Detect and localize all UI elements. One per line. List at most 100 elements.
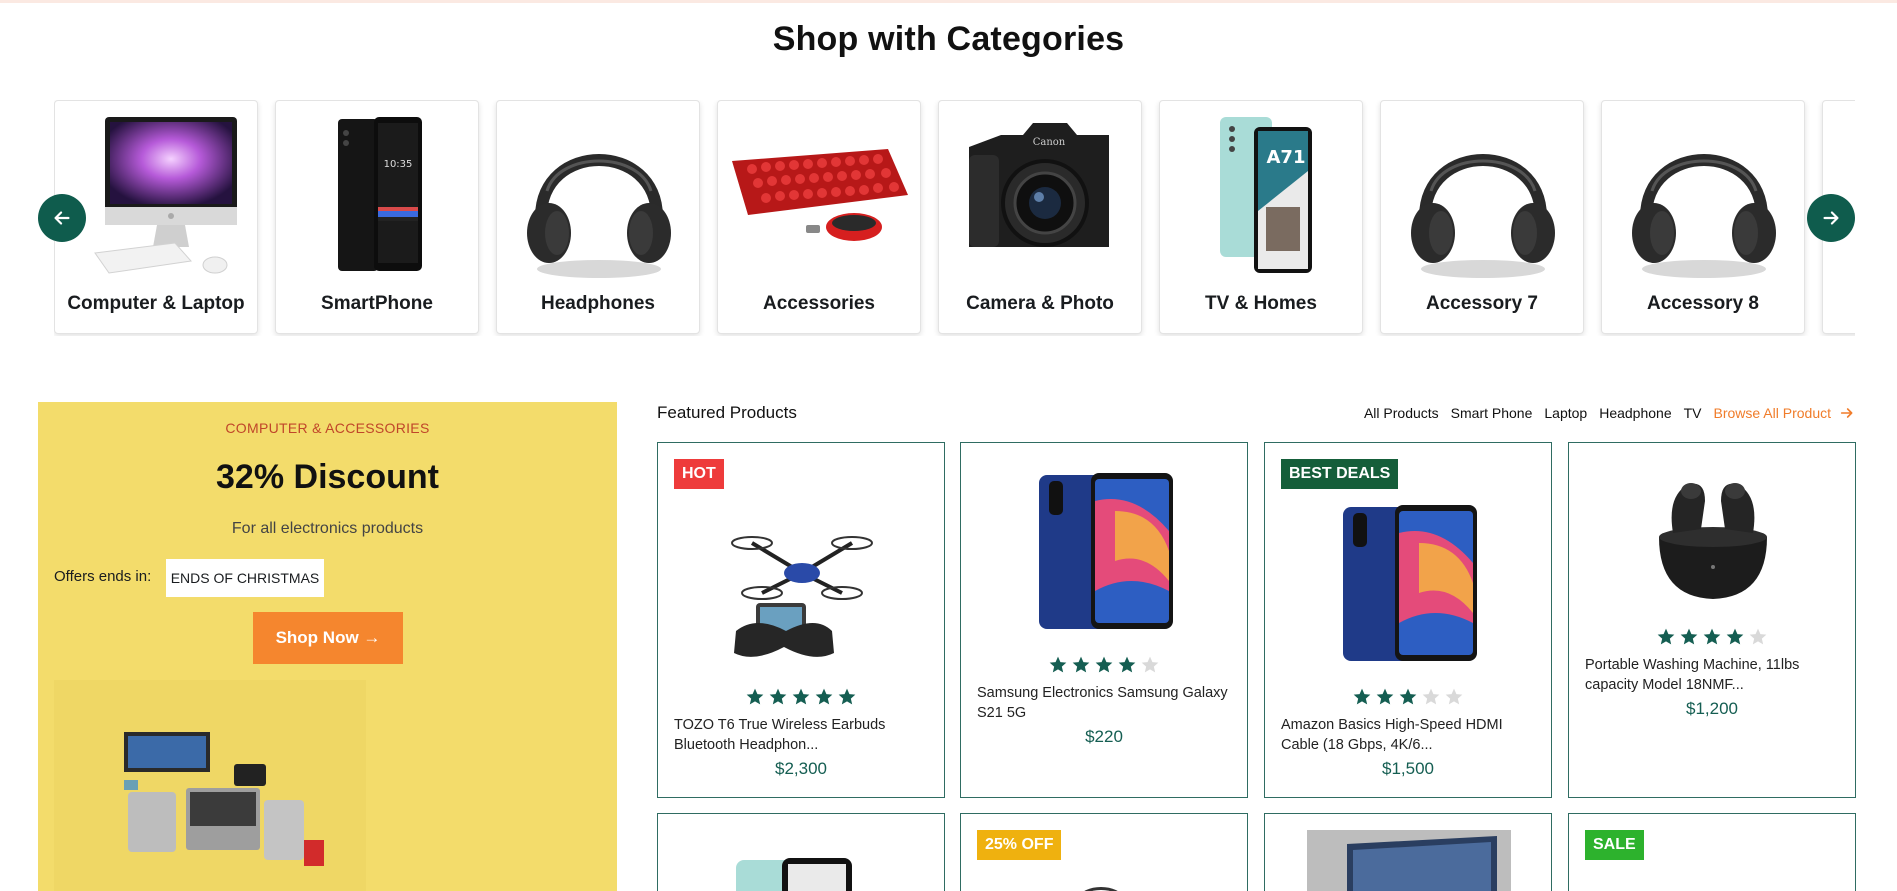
filter-tv[interactable]: TV — [1684, 405, 1702, 421]
star-filled-icon — [1399, 688, 1417, 705]
star-filled-icon — [1072, 656, 1090, 673]
category-card-headphones[interactable]: Headphones — [496, 100, 700, 334]
category-label: Headphones — [540, 293, 656, 314]
promo-subtitle: For all electronics products — [231, 520, 424, 537]
carousel-next-button[interactable] — [1807, 194, 1855, 242]
category-label: Camera & Photo — [966, 293, 1114, 314]
headphones-image — [527, 154, 671, 278]
category-card-accessory-7[interactable]: Accessory 7 — [1380, 100, 1584, 334]
filter-laptop[interactable]: Laptop — [1544, 405, 1587, 421]
category-label: Accessories — [763, 293, 875, 314]
star-filled-icon — [746, 688, 764, 705]
product-badge: BEST DEALS — [1281, 459, 1399, 489]
workspace-devices-image — [54, 680, 366, 891]
product-card[interactable]: HOT TOZO T6 True Wireless Earbuds Blueto… — [657, 442, 945, 798]
star-filled-icon — [792, 688, 810, 705]
category-label: Accessory 8 — [1647, 293, 1759, 314]
svg-text:Canon: Canon — [1033, 137, 1066, 148]
star-filled-icon — [1657, 628, 1675, 645]
category-card-camera-photo[interactable]: Canon Camera & Photo — [938, 100, 1142, 334]
monitor-image — [1307, 830, 1511, 891]
category-label: TV & Homes — [1205, 293, 1317, 314]
headphones-image — [1084, 887, 1118, 891]
promo-title: 32% Discount — [216, 458, 439, 496]
star-empty-icon — [1422, 688, 1440, 705]
star-filled-icon — [1353, 688, 1371, 705]
star-filled-icon — [1703, 628, 1721, 645]
smartphone-image — [736, 858, 852, 891]
product-name[interactable]: Amazon Basics High-Speed HDMI Cable (18 … — [1281, 715, 1537, 755]
product-card[interactable]: Portable Washing Machine, 11lbs capacity… — [1568, 442, 1856, 798]
desktop-computer-image — [94, 117, 237, 274]
star-empty-icon — [1445, 688, 1463, 705]
smartphone-image — [1343, 505, 1477, 661]
product-price: $220 — [1085, 727, 1123, 746]
category-label: Computer & Laptop — [67, 293, 245, 314]
offer-countdown: ENDS OF CHRISTMAS — [166, 559, 324, 597]
product-name[interactable]: Portable Washing Machine, 11lbs capacity… — [1585, 655, 1841, 695]
top-border — [0, 0, 1897, 3]
star-empty-icon — [1749, 628, 1767, 645]
rating-stars — [961, 655, 1247, 675]
arrow-right-icon — [1823, 211, 1839, 225]
featured-products-title: Featured Products — [657, 403, 797, 422]
star-filled-icon — [1680, 628, 1698, 645]
section-title: Shop with Categories — [772, 20, 1125, 58]
promo-tag: COMPUTER & ACCESSORIES — [225, 420, 430, 436]
star-filled-icon — [1376, 688, 1394, 705]
product-price: $1,500 — [1382, 759, 1434, 778]
star-empty-icon — [1141, 656, 1159, 673]
svg-text:A71: A71 — [1267, 147, 1306, 168]
filter-headphone[interactable]: Headphone — [1599, 405, 1671, 421]
camera-image: Canon — [969, 123, 1109, 247]
smartphone-image: 10:35 — [338, 117, 422, 271]
star-filled-icon — [1049, 656, 1067, 673]
star-filled-icon — [769, 688, 787, 705]
product-card[interactable] — [1264, 813, 1552, 891]
shop-now-button[interactable]: Shop Now → — [253, 612, 403, 664]
product-badge: SALE — [1585, 830, 1644, 860]
product-filter-tabs: All Products Smart Phone Laptop Headphon… — [1364, 405, 1855, 421]
headphones-image — [1411, 154, 1555, 278]
category-label: SmartPhone — [321, 293, 433, 314]
star-filled-icon — [838, 688, 856, 705]
product-price: $2,300 — [775, 759, 827, 778]
category-card-tv-homes[interactable]: A71 TV & Homes — [1159, 100, 1363, 334]
browse-all-label: Browse All Product — [1713, 405, 1832, 421]
product-name[interactable]: Samsung Electronics Samsung Galaxy S21 5… — [977, 683, 1233, 723]
star-filled-icon — [815, 688, 833, 705]
arrow-left-icon — [54, 211, 70, 225]
product-card[interactable]: SALE — [1568, 813, 1856, 891]
product-price: $1,200 — [1686, 699, 1738, 718]
product-badge: 25% OFF — [977, 830, 1062, 860]
svg-text:10:35: 10:35 — [384, 159, 413, 170]
category-card-accessories[interactable]: Accessories — [717, 100, 921, 334]
keyboard-mouse-image — [732, 149, 908, 241]
carousel-prev-button[interactable] — [38, 194, 86, 242]
rating-stars — [1569, 627, 1855, 647]
browse-all-link[interactable]: Browse All Product — [1714, 405, 1856, 421]
star-filled-icon — [1726, 628, 1744, 645]
smartphone-image — [1039, 473, 1173, 629]
product-name[interactable]: TOZO T6 True Wireless Earbuds Bluetooth … — [674, 715, 930, 755]
filter-smart-phone[interactable]: Smart Phone — [1451, 405, 1533, 421]
rating-stars — [1265, 687, 1551, 707]
product-card[interactable]: BEST DEALS Amazon Basics High-Speed HDMI… — [1264, 442, 1552, 798]
promo-banner: COMPUTER & ACCESSORIES 32% Discount For … — [38, 402, 617, 891]
arrow-right-icon — [1840, 408, 1853, 418]
filter-all-products[interactable]: All Products — [1364, 405, 1439, 421]
product-card[interactable]: 25% OFF — [960, 813, 1248, 891]
offer-label: Offers ends in: — [54, 568, 152, 585]
category-card-accessory-8[interactable]: Accessory 8 — [1601, 100, 1805, 334]
product-card[interactable]: Samsung Electronics Samsung Galaxy S21 5… — [960, 442, 1248, 798]
category-label: Accessory 7 — [1426, 293, 1538, 314]
star-filled-icon — [1095, 656, 1113, 673]
smartphone-image: A71 — [1220, 117, 1312, 273]
category-carousel: Computer & Laptop 10:35 SmartPhone Headp… — [54, 100, 1855, 336]
headphones-image — [1632, 154, 1776, 278]
star-filled-icon — [1118, 656, 1136, 673]
earbuds-image — [1659, 483, 1767, 599]
category-card-smartphone[interactable]: 10:35 SmartPhone — [275, 100, 479, 334]
product-card[interactable] — [657, 813, 945, 891]
rating-stars — [658, 687, 944, 707]
